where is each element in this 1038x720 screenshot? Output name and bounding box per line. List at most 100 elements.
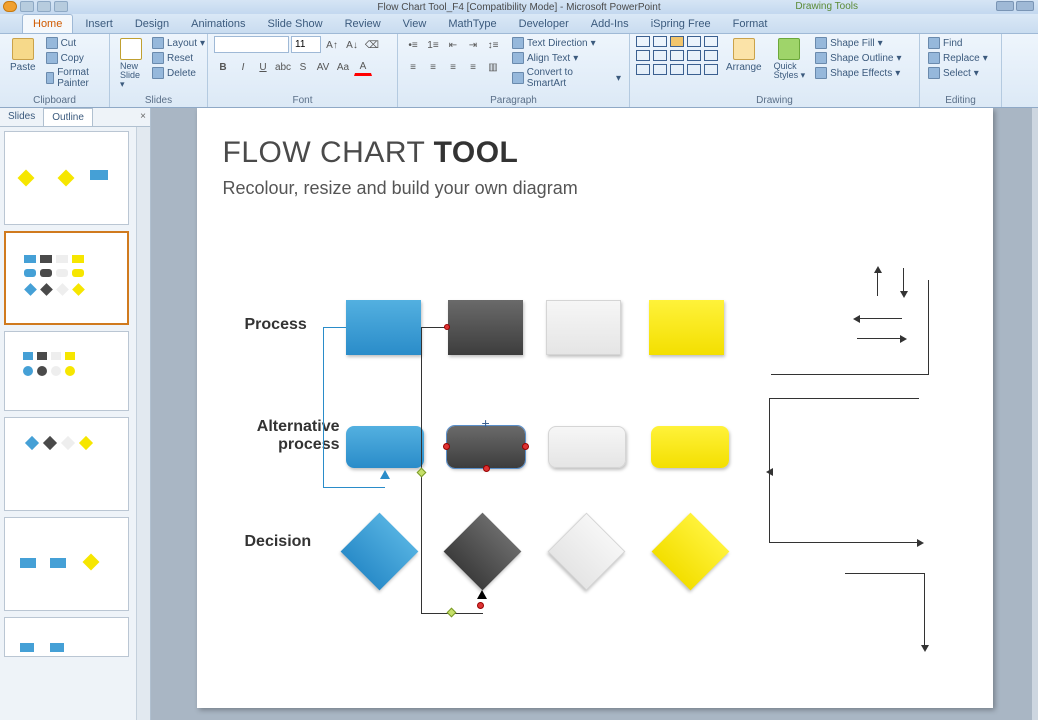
label-altprocess[interactable]: Alternative process — [245, 418, 340, 454]
panel-tab-slides[interactable]: Slides — [0, 108, 43, 126]
text-direction-button[interactable]: Text Direction ▾ — [510, 36, 623, 50]
shape-altprocess-dark[interactable] — [447, 426, 525, 468]
convert-smartart-button[interactable]: Convert to SmartArt ▾ — [510, 66, 623, 90]
shape-decision-blue[interactable] — [340, 513, 418, 591]
thumb-1[interactable] — [4, 131, 129, 225]
strike-button[interactable]: abc — [274, 58, 292, 76]
thumb-2[interactable] — [4, 231, 129, 325]
qat-undo-icon[interactable] — [37, 1, 51, 12]
slide-subtitle[interactable]: Recolour, resize and build your own diag… — [223, 178, 578, 199]
justify-button[interactable]: ≡ — [464, 58, 482, 76]
delete-button[interactable]: Delete — [150, 66, 207, 80]
sample-bracket-3h[interactable] — [845, 573, 925, 574]
tab-insert[interactable]: Insert — [75, 15, 123, 33]
shape-line-icon[interactable] — [636, 36, 650, 47]
change-case-button[interactable]: Aa — [334, 58, 352, 76]
align-left-button[interactable]: ≡ — [404, 58, 422, 76]
select-button[interactable]: Select ▾ — [926, 66, 990, 80]
connector-endpoint-handle[interactable] — [477, 602, 484, 609]
layout-button[interactable]: Layout ▾ — [150, 36, 207, 50]
shape-altprocess-blue[interactable] — [346, 426, 424, 468]
office-button[interactable] — [3, 1, 17, 12]
arrange-button[interactable]: Arrange — [722, 36, 766, 75]
thumbs-scrollbar[interactable] — [136, 127, 150, 720]
shape-outline-button[interactable]: Shape Outline ▾ — [813, 51, 903, 65]
panel-tab-outline[interactable]: Outline — [43, 108, 93, 126]
find-button[interactable]: Find — [926, 36, 990, 50]
maximize-button[interactable] — [1016, 1, 1034, 11]
char-spacing-button[interactable]: AV — [314, 58, 332, 76]
replace-button[interactable]: Replace ▾ — [926, 51, 990, 65]
connector-adjust-handle-2[interactable] — [446, 608, 456, 618]
tab-design[interactable]: Design — [125, 15, 179, 33]
format-painter-button[interactable]: Format Painter — [44, 66, 103, 90]
clear-format-button[interactable]: ⌫ — [363, 36, 381, 54]
thumb-6[interactable] — [4, 617, 129, 657]
tab-ispring[interactable]: iSpring Free — [641, 15, 721, 33]
shape-round-icon[interactable] — [704, 36, 718, 47]
shape-process-dark[interactable] — [448, 300, 523, 355]
decrease-indent-button[interactable]: ⇤ — [444, 36, 462, 54]
tab-slideshow[interactable]: Slide Show — [258, 15, 333, 33]
italic-button[interactable]: I — [234, 58, 252, 76]
shape-process-yellow[interactable] — [649, 300, 724, 355]
line-spacing-button[interactable]: ↕≡ — [484, 36, 502, 54]
tab-view[interactable]: View — [393, 15, 437, 33]
new-slide-button[interactable]: NewSlide ▾ — [116, 36, 146, 91]
canvas-scrollbar[interactable] — [1032, 108, 1038, 720]
connector-adjust-handle[interactable] — [416, 468, 426, 478]
bold-button[interactable]: B — [214, 58, 232, 76]
grow-font-button[interactable]: A↑ — [323, 36, 341, 54]
tab-review[interactable]: Review — [335, 15, 391, 33]
connector-start-handle[interactable] — [444, 324, 450, 330]
sample-bracket-1h[interactable] — [771, 374, 929, 375]
shape-arrow-icon[interactable] — [653, 36, 667, 47]
shape-decision-light[interactable] — [547, 513, 625, 591]
increase-indent-button[interactable]: ⇥ — [464, 36, 482, 54]
align-right-button[interactable]: ≡ — [444, 58, 462, 76]
tab-format[interactable]: Format — [723, 15, 778, 33]
shape-effects-button[interactable]: Shape Effects ▾ — [813, 66, 903, 80]
thumb-5[interactable] — [4, 517, 129, 611]
connector-h-blue-top[interactable] — [323, 327, 346, 328]
shape-decision-dark[interactable] — [443, 513, 521, 591]
align-text-button[interactable]: Align Text ▾ — [510, 51, 623, 65]
shape-decision-yellow[interactable] — [651, 513, 729, 591]
columns-button[interactable]: ▥ — [484, 58, 502, 76]
slide-canvas[interactable]: FLOW CHART TOOL Recolour, resize and bui… — [197, 108, 993, 708]
connector-v-blue[interactable] — [323, 327, 324, 487]
paste-button[interactable]: Paste — [6, 36, 40, 75]
sample-bracket-2ht[interactable] — [769, 398, 919, 399]
canvas-area[interactable]: FLOW CHART TOOL Recolour, resize and bui… — [151, 108, 1038, 720]
shape-process-blue[interactable] — [346, 300, 421, 355]
tab-addins[interactable]: Add-Ins — [581, 15, 639, 33]
align-center-button[interactable]: ≡ — [424, 58, 442, 76]
qat-redo-icon[interactable] — [54, 1, 68, 12]
shape-oval-icon[interactable] — [687, 36, 701, 47]
numbering-button[interactable]: 1≡ — [424, 36, 442, 54]
shape-rect-icon[interactable] — [670, 36, 684, 47]
font-name-input[interactable] — [214, 36, 289, 53]
shape-altprocess-yellow[interactable] — [651, 426, 729, 468]
label-decision[interactable]: Decision — [245, 533, 312, 551]
cut-button[interactable]: Cut — [44, 36, 103, 50]
thumb-3[interactable] — [4, 331, 129, 411]
font-size-input[interactable] — [291, 36, 321, 53]
slide-title[interactable]: FLOW CHART TOOL — [223, 136, 519, 170]
thumb-4[interactable] — [4, 417, 129, 511]
underline-button[interactable]: U — [254, 58, 272, 76]
copy-button[interactable]: Copy — [44, 51, 103, 65]
bullets-button[interactable]: •≡ — [404, 36, 422, 54]
label-process[interactable]: Process — [245, 316, 307, 334]
quick-styles-button[interactable]: QuickStyles ▾ — [770, 36, 810, 82]
panel-close-button[interactable]: × — [140, 111, 146, 122]
sample-bracket-2hb[interactable] — [769, 542, 919, 543]
shape-altprocess-light[interactable] — [548, 426, 626, 468]
tab-animations[interactable]: Animations — [181, 15, 255, 33]
tab-mathtype[interactable]: MathType — [438, 15, 506, 33]
shadow-button[interactable]: S — [294, 58, 312, 76]
shape-fill-button[interactable]: Shape Fill ▾ — [813, 36, 903, 50]
shrink-font-button[interactable]: A↓ — [343, 36, 361, 54]
reset-button[interactable]: Reset — [150, 51, 207, 65]
qat-save-icon[interactable] — [20, 1, 34, 12]
